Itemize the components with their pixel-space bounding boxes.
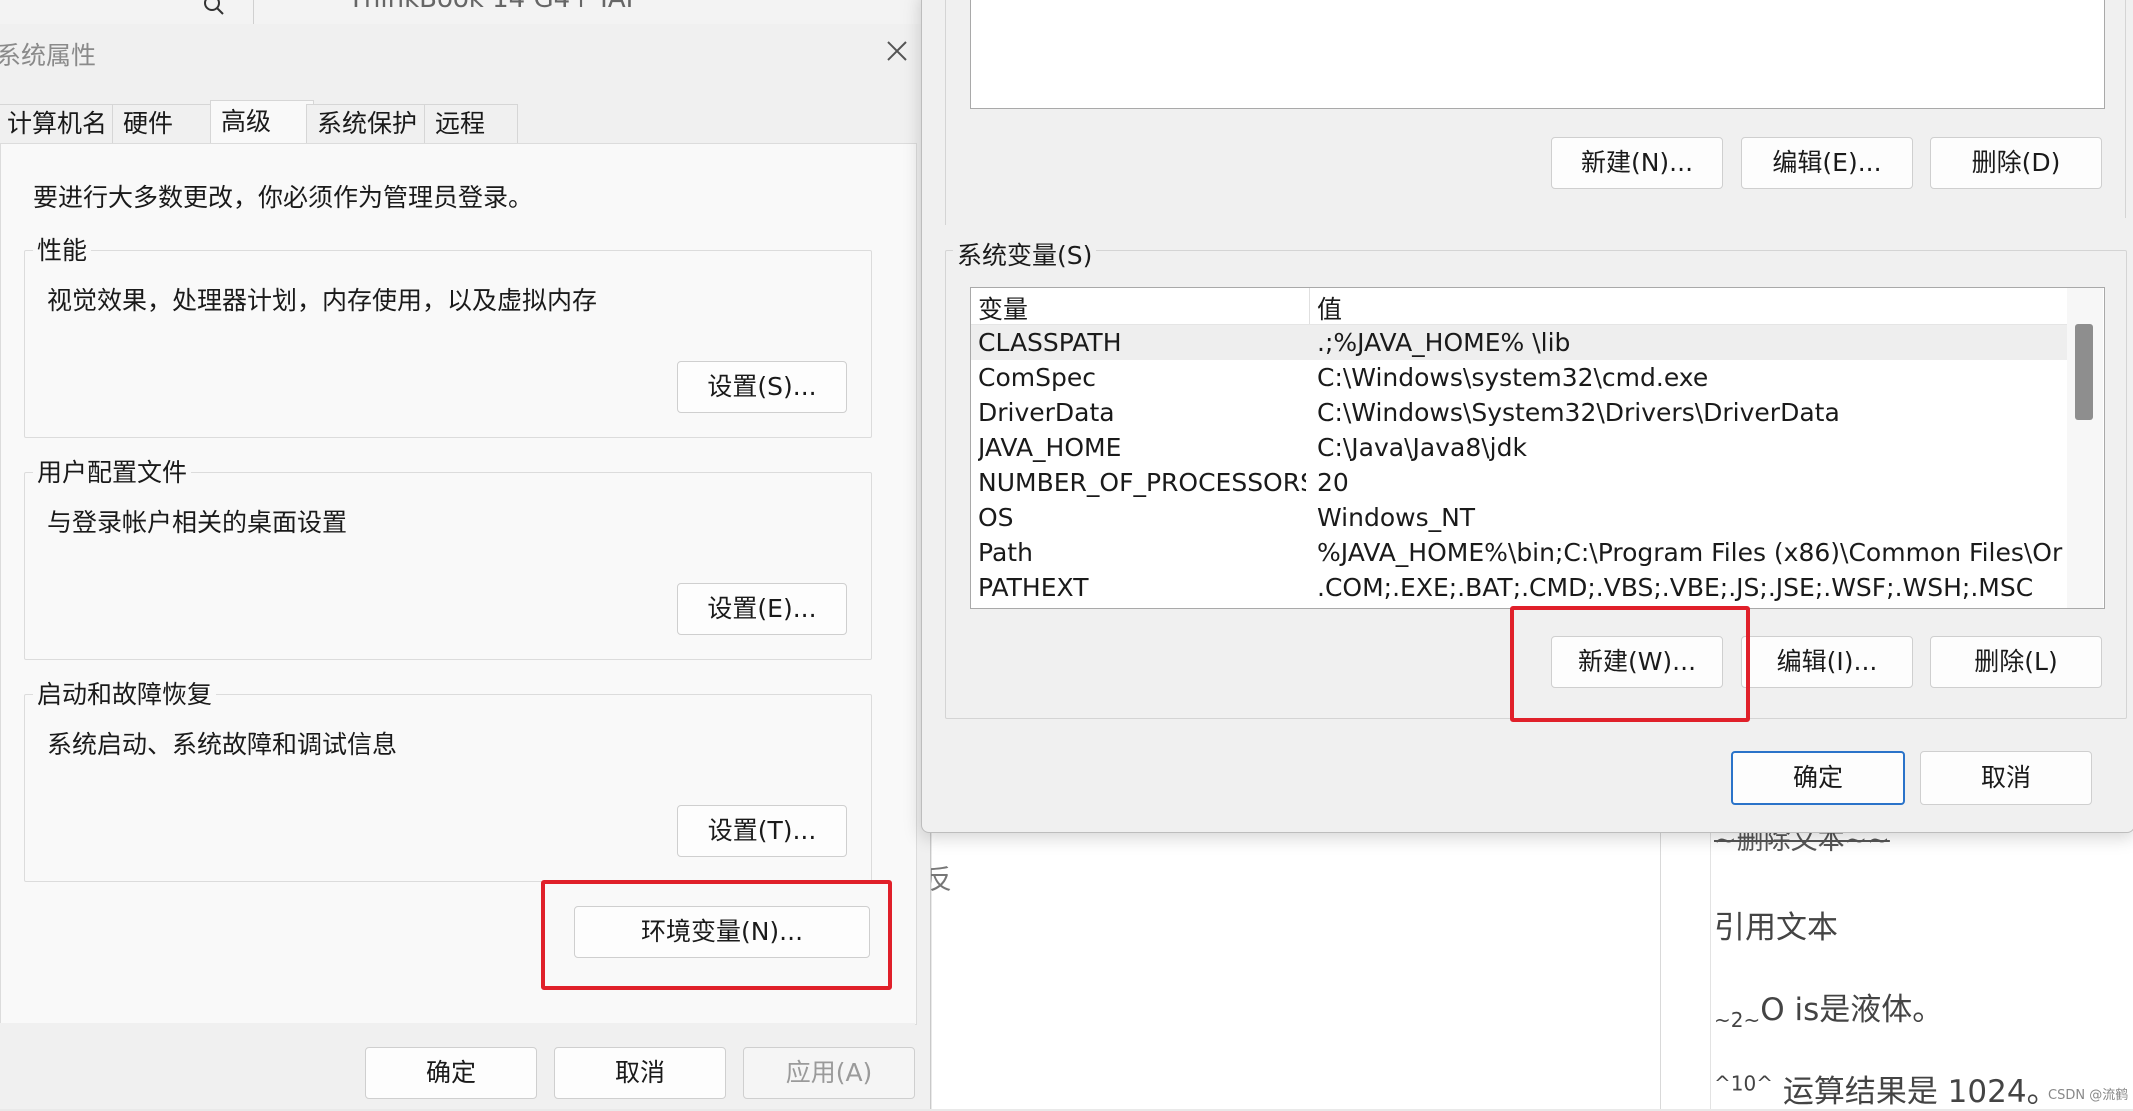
- performance-description: 视觉效果，处理器计划，内存使用，以及虚拟内存: [47, 286, 598, 315]
- dialog-title: 系统属性: [0, 41, 97, 70]
- variable-value: 20: [1317, 468, 1349, 497]
- superscript-text-line: ^10^ 运算结果是 1024。: [1714, 1071, 2058, 1110]
- table-row[interactable]: NUMBER_OF_PROCESSORS 20: [971, 465, 2067, 500]
- variable-name: DriverData: [978, 398, 1115, 427]
- editor-divider: [1710, 820, 1711, 1109]
- quote-text-line: 引用文本: [1714, 910, 1838, 946]
- table-row[interactable]: OS Windows_NT: [971, 500, 2067, 535]
- user-vars-frame-edge: [945, 0, 946, 225]
- column-divider[interactable]: [1309, 288, 1310, 324]
- variable-value: C:\Windows\system32\cmd.exe: [1317, 363, 1709, 392]
- tab-computer-name[interactable]: 计算机名: [0, 104, 126, 143]
- user-profiles-settings-button[interactable]: 设置(E)...: [677, 583, 847, 635]
- environment-variables-button[interactable]: 环境变量(N)...: [574, 906, 870, 958]
- table-row[interactable]: Path %JAVA_HOME%\bin;C:\Program Files (x…: [971, 535, 2067, 570]
- performance-settings-button[interactable]: 设置(S)...: [677, 361, 847, 413]
- system-variables-title: 系统变量(S): [953, 236, 1097, 272]
- user-vars-frame-edge: [2125, 0, 2126, 218]
- tab-system-protection[interactable]: 系统保护: [306, 104, 438, 143]
- variable-value: C:\Windows\System32\Drivers\DriverData: [1317, 398, 1840, 427]
- tab-advanced[interactable]: 高级: [210, 100, 314, 143]
- startup-recovery-description: 系统启动、系统故障和调试信息: [47, 730, 398, 759]
- ok-button[interactable]: 确定: [365, 1047, 537, 1099]
- scrollbar-thumb[interactable]: [2075, 324, 2093, 420]
- performance-title: 性能: [33, 231, 92, 267]
- variable-value: %JAVA_HOME%\bin;C:\Program Files (x86)\C…: [1317, 538, 2063, 567]
- user-profiles-description: 与登录帐户相关的桌面设置: [47, 508, 348, 537]
- subscript-text-line: ~2~O is是液体。: [1714, 992, 1944, 1033]
- admin-note: 要进行大多数更改，你必须作为管理员登录。: [33, 183, 534, 212]
- variable-value: C:\Java\Java8\jdk: [1317, 433, 1527, 462]
- variable-value: .;%JAVA_HOME% \lib: [1317, 328, 1571, 357]
- user-var-new-button[interactable]: 新建(N)...: [1551, 137, 1723, 189]
- variable-name: ComSpec: [978, 363, 1096, 392]
- variable-name: PATHEXT: [978, 573, 1089, 602]
- env-ok-button[interactable]: 确定: [1731, 751, 1905, 805]
- variable-name: OS: [978, 503, 1014, 532]
- strip-divider: [253, 0, 254, 24]
- user-variables-list[interactable]: [970, 0, 2105, 109]
- table-header: 变量 值: [971, 288, 2067, 325]
- table-row[interactable]: JAVA_HOME C:\Java\Java8\jdk: [971, 430, 2067, 465]
- table-row[interactable]: ComSpec C:\Windows\system32\cmd.exe: [971, 360, 2067, 395]
- table-row[interactable]: CLASSPATH .;%JAVA_HOME% \lib: [971, 325, 2067, 360]
- env-cancel-button[interactable]: 取消: [1920, 751, 2092, 805]
- user-profiles-title: 用户配置文件: [33, 453, 192, 489]
- startup-recovery-title: 启动和故障恢复: [33, 675, 217, 711]
- editor-divider: [1660, 820, 1661, 1109]
- table-row[interactable]: DriverData C:\Windows\System32\Drivers\D…: [971, 395, 2067, 430]
- system-var-delete-button[interactable]: 删除(L): [1930, 636, 2102, 688]
- column-header-variable[interactable]: 变量: [978, 290, 1028, 326]
- variable-name: CLASSPATH: [978, 328, 1122, 357]
- variable-name: JAVA_HOME: [978, 433, 1122, 462]
- apply-button[interactable]: 应用(A): [743, 1047, 915, 1099]
- tab-remote[interactable]: 远程: [424, 104, 518, 143]
- watermark: CSDN @流鹤: [2048, 1088, 2129, 1103]
- user-var-delete-button[interactable]: 删除(D): [1930, 137, 2102, 189]
- variable-name: Path: [978, 538, 1033, 567]
- variable-value: Windows_NT: [1317, 503, 1476, 532]
- startup-recovery-settings-button[interactable]: 设置(T)...: [677, 805, 847, 857]
- system-var-new-button[interactable]: 新建(W)...: [1551, 636, 1723, 688]
- column-header-value[interactable]: 值: [1317, 290, 1342, 326]
- close-icon[interactable]: [882, 36, 912, 66]
- taskbar-search-strip: ThinkBook 14 G4+ IAP: [0, 0, 932, 24]
- device-name: ThinkBook 14 G4+ IAP: [348, 0, 641, 14]
- search-icon[interactable]: [203, 0, 225, 16]
- system-var-edit-button[interactable]: 编辑(I)...: [1741, 636, 1913, 688]
- table-row[interactable]: PATHEXT .COM;.EXE;.BAT;.CMD;.VBS;.VBE;.J…: [971, 570, 2067, 605]
- variable-name: NUMBER_OF_PROCESSORS: [978, 468, 1306, 497]
- variable-value: .COM;.EXE;.BAT;.CMD;.VBS;.VBE;.JS;.JSE;.…: [1317, 573, 2034, 602]
- performance-group: 性能 视觉效果，处理器计划，内存使用，以及虚拟内存 设置(S)...: [24, 231, 872, 438]
- cancel-button[interactable]: 取消: [554, 1047, 726, 1099]
- tab-hardware[interactable]: 硬件: [112, 104, 218, 143]
- startup-recovery-group: 启动和故障恢复 系统启动、系统故障和调试信息 设置(T)...: [24, 675, 872, 882]
- user-var-edit-button[interactable]: 编辑(E)...: [1741, 137, 1913, 189]
- user-profiles-group: 用户配置文件 与登录帐户相关的桌面设置 设置(E)...: [24, 453, 872, 660]
- system-variables-table[interactable]: 变量 值 CLASSPATH .;%JAVA_HOME% \lib ComSpe…: [970, 287, 2105, 609]
